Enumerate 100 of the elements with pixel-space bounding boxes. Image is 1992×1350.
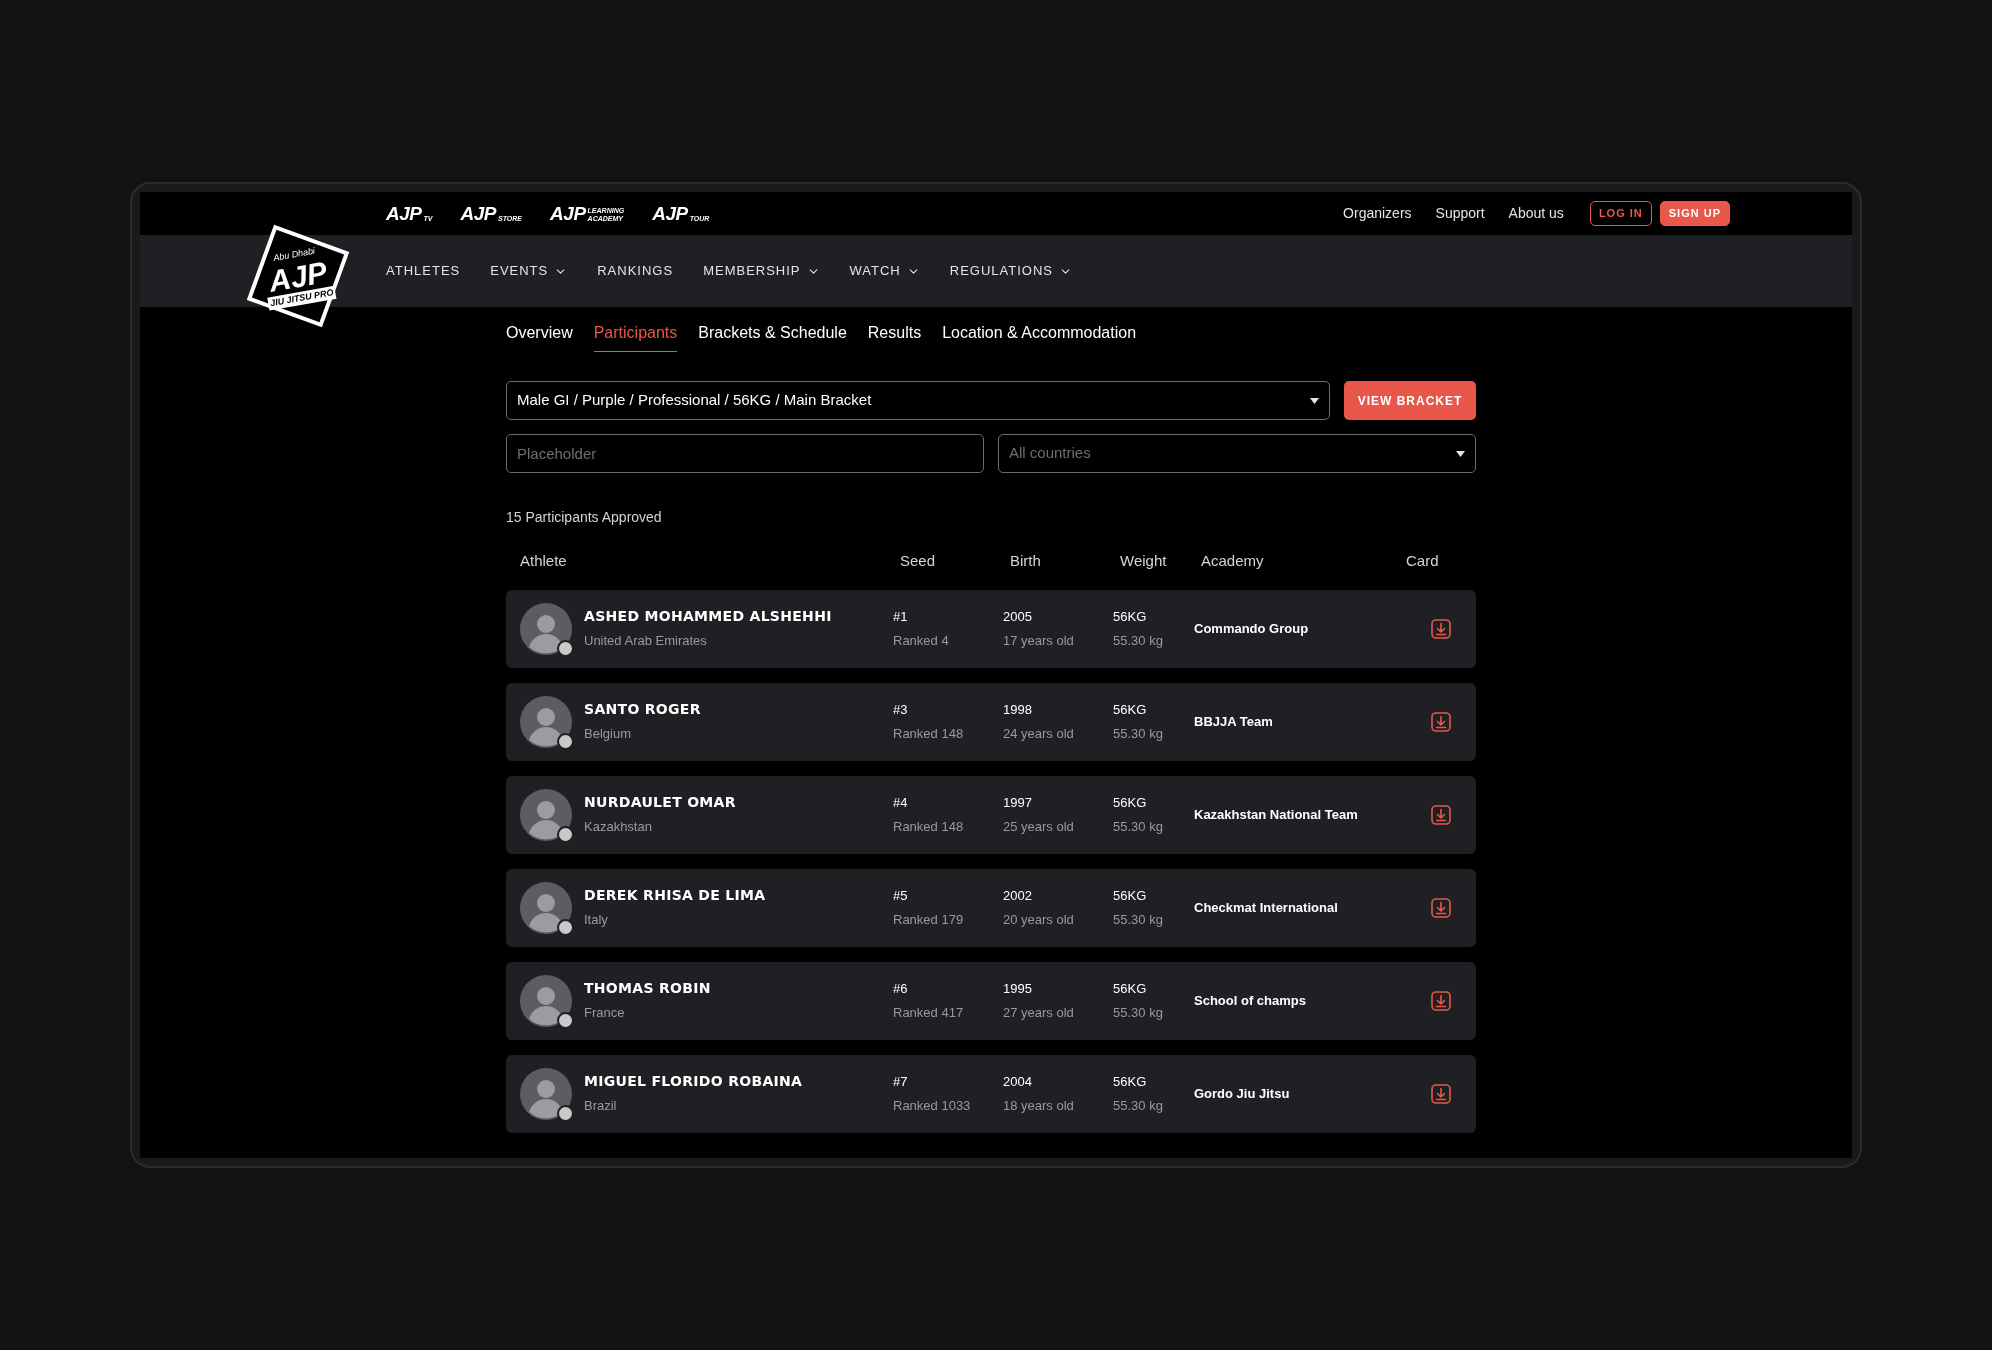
nav-link[interactable]: ATHLETES	[386, 261, 461, 281]
country-select[interactable]: All countries	[998, 434, 1476, 473]
logo-text[interactable]: AJP	[550, 204, 586, 223]
logo-text[interactable]: AJP	[386, 204, 422, 223]
rank-text: Ranked 148	[893, 818, 965, 836]
weight-class: 56KG	[1113, 793, 1148, 812]
download-icon[interactable]	[1431, 990, 1451, 1011]
sign-up-button[interactable]: SIGN UP	[1659, 201, 1730, 226]
athlete-country: Belgium	[584, 725, 632, 744]
nav-link[interactable]: MEMBERSHIP	[703, 261, 820, 281]
participant-card[interactable]: SANTO ROGER Belgium #3 Ranked 148 1998 24 years old 56KG 55.30 kg BBJJA Team	[506, 682, 1476, 761]
academy-text: Kazakhstan National Team	[1194, 805, 1359, 824]
participant-card[interactable]: NURDAULET OMAR Kazakhstan #4 Ranked 148 1997 25 years old 56KG 55.30 kg Kazakhstan National Team	[506, 775, 1476, 854]
logo-text[interactable]: AJP	[460, 204, 497, 223]
weight-class: 56KG	[1113, 607, 1148, 626]
weight-text: 55.30 kg	[1113, 1097, 1164, 1115]
seed-text: #4	[893, 793, 909, 812]
weight-class: 56KG	[1113, 1072, 1148, 1091]
athlete-name[interactable]: NURDAULET OMAR	[584, 792, 736, 814]
athlete-name[interactable]: THOMAS ROBIN	[584, 978, 711, 1000]
athlete-name[interactable]: MIGUEL FLORIDO ROBAINA	[584, 1071, 803, 1093]
age-text: 25 years old	[1003, 818, 1075, 836]
download-icon[interactable]	[1431, 804, 1451, 825]
age-text: 24 years old	[1003, 725, 1075, 743]
tab[interactable]: Brackets & Schedule	[698, 321, 847, 352]
seed-text: #5	[893, 886, 909, 905]
bracket-select[interactable]: Male GI / Purple / Professional / 56KG / Main Bracket	[506, 381, 1330, 420]
tab[interactable]: Participants	[593, 321, 678, 352]
search-field[interactable]: Placeholder	[506, 434, 984, 473]
logo-text[interactable]: AJP	[652, 204, 688, 223]
athlete-country: Kazakhstan	[584, 818, 653, 837]
caret-icon	[1310, 397, 1319, 404]
athlete-name[interactable]: ASHED MOHAMMED ALSHEHHI	[584, 606, 832, 628]
athlete-country: France	[584, 1004, 626, 1023]
weight-class: 56KG	[1113, 886, 1148, 905]
academy-text: Gordo Jiu Jitsu	[1194, 1084, 1291, 1103]
column-header: Birth	[1010, 551, 1042, 571]
top-link[interactable]: About us	[1508, 203, 1564, 224]
nav-link[interactable]: RANKINGS	[597, 261, 674, 281]
select-placeholder: All countries	[1009, 443, 1091, 464]
nav-link[interactable]: EVENTS	[490, 261, 568, 281]
rank-text: Ranked 179	[893, 911, 965, 929]
nav-link[interactable]: REGULATIONS	[949, 261, 1072, 281]
avatar-silhouette	[520, 788, 572, 841]
athlete-country: Brazil	[584, 1097, 618, 1116]
academy-text: Commando Group	[1194, 619, 1310, 638]
weight-text: 55.30 kg	[1113, 632, 1164, 650]
seed-text: #7	[893, 1072, 909, 1091]
avatar-silhouette	[520, 974, 572, 1027]
column-header: Athlete	[520, 551, 568, 571]
avatar-silhouette	[520, 881, 572, 934]
rank-text: Ranked 1033	[893, 1097, 972, 1115]
tab[interactable]: Location & Accommodation	[942, 321, 1137, 352]
athlete-name[interactable]: SANTO ROGER	[584, 699, 701, 721]
rank-text: Ranked 417	[893, 1004, 965, 1022]
top-link[interactable]: Support	[1435, 203, 1485, 224]
seed-text: #1	[893, 607, 909, 626]
athlete-name[interactable]: DEREK RHISA DE LIMA	[584, 885, 766, 907]
birth-year: 2005	[1003, 607, 1033, 626]
athlete-country: United Arab Emirates	[584, 632, 708, 651]
age-text: 20 years old	[1003, 911, 1075, 929]
age-text: 27 years old	[1003, 1004, 1075, 1022]
participant-card[interactable]: DEREK RHISA DE LIMA Italy #5 Ranked 179 2002 20 years old 56KG 55.30 kg Checkmat International	[506, 868, 1476, 947]
view-bracket-button[interactable]: VIEW BRACKET	[1344, 381, 1476, 420]
weight-class: 56KG	[1113, 979, 1148, 998]
birth-year: 2002	[1003, 886, 1033, 905]
weight-text: 55.30 kg	[1113, 1004, 1164, 1022]
nav-link[interactable]: WATCH	[849, 261, 920, 281]
tab[interactable]: Results	[867, 321, 922, 352]
birth-year: 1995	[1003, 979, 1033, 998]
column-header: Card	[1406, 551, 1440, 571]
academy-text: BBJJA Team	[1194, 712, 1274, 731]
participant-card[interactable]: ASHED MOHAMMED ALSHEHHI United Arab Emirates #1 Ranked 4 2005 17 years old 56KG 55.30 kg Commando Group	[506, 589, 1476, 668]
column-header: Weight	[1120, 551, 1168, 571]
rank-text: Ranked 4	[893, 632, 950, 650]
birth-year: 1998	[1003, 700, 1033, 719]
academy-text: Checkmat International	[1194, 898, 1339, 917]
participants-count: 15 Participants Approved	[506, 508, 663, 527]
seed-text: #6	[893, 979, 909, 998]
logo-caption: Abu Dhabi	[272, 244, 316, 263]
download-icon[interactable]	[1431, 711, 1451, 732]
weight-class: 56KG	[1113, 700, 1148, 719]
top-link[interactable]: Organizers	[1343, 203, 1412, 224]
download-icon[interactable]	[1431, 897, 1451, 918]
select-value: Male GI / Purple / Professional / 56KG / Main Bracket	[517, 390, 872, 411]
weight-text: 55.30 kg	[1113, 725, 1164, 743]
participant-card[interactable]: THOMAS ROBIN France #6 Ranked 417 1995 27 years old 56KG 55.30 kg School of champs	[506, 961, 1476, 1040]
download-icon[interactable]	[1431, 1083, 1451, 1104]
rank-text: Ranked 148	[893, 725, 965, 743]
log-in-button[interactable]: LOG IN	[1589, 201, 1652, 226]
academy-text: School of champs	[1194, 991, 1307, 1010]
column-header: Academy	[1201, 551, 1265, 571]
column-header: Seed	[900, 551, 937, 571]
participant-card[interactable]: MIGUEL FLORIDO ROBAINA Brazil #7 Ranked 1033 2004 18 years old 56KG 55.30 kg Gordo Jiu Jitsu	[506, 1054, 1476, 1133]
tab[interactable]: Overview	[506, 321, 573, 352]
seed-text: #3	[893, 700, 909, 719]
avatar-silhouette	[520, 695, 572, 748]
birth-year: 1997	[1003, 793, 1033, 812]
download-icon[interactable]	[1431, 618, 1451, 639]
age-text: 18 years old	[1003, 1097, 1075, 1115]
